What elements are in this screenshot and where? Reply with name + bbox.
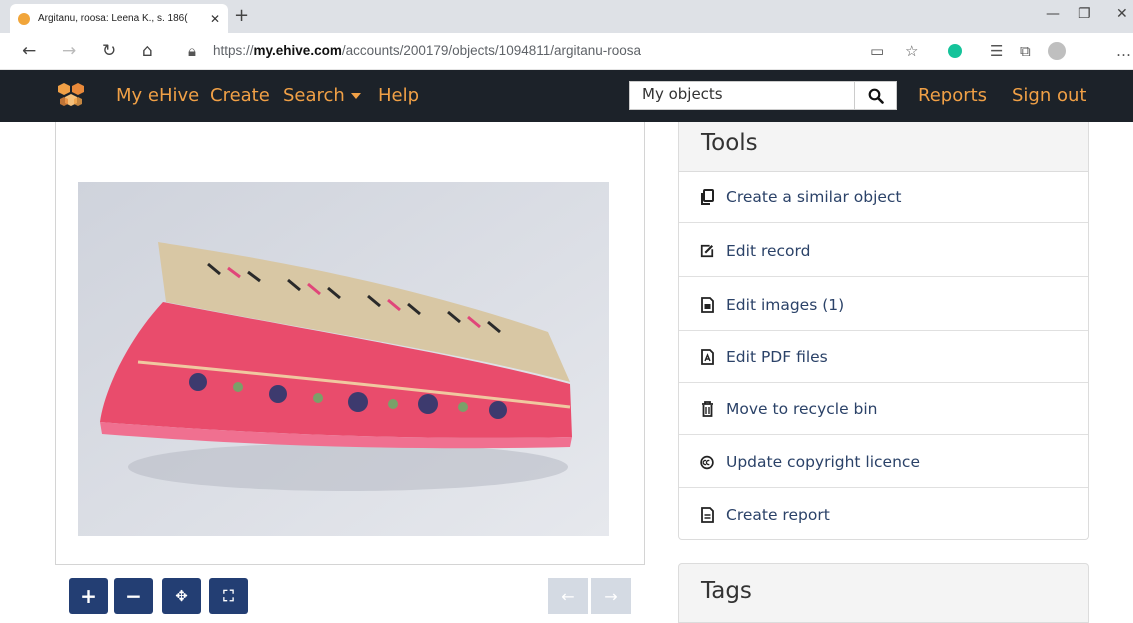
window-close-icon[interactable]: ✕ [1116, 6, 1128, 22]
forward-icon[interactable]: → [62, 41, 76, 61]
caret-down-icon [350, 93, 361, 99]
tool-label: Edit record [726, 242, 811, 260]
tool-create-report[interactable]: Create report [679, 489, 1088, 540]
copy-icon [700, 189, 714, 205]
tool-edit-images[interactable]: Edit images (1) [679, 280, 1088, 331]
zoom-in-button[interactable]: + [69, 578, 108, 614]
nav-sign-out[interactable]: Sign out [1012, 85, 1086, 106]
tool-label: Create a similar object [726, 188, 902, 206]
nav-create[interactable]: Create [210, 85, 270, 106]
favorite-star-icon[interactable]: ☆ [905, 42, 918, 60]
nav-search-label: Search [283, 85, 345, 106]
reader-view-icon[interactable]: ▭ [870, 42, 884, 60]
tags-panel: Tags [678, 563, 1089, 623]
app-navbar: My eHive Create Search Help My objects R… [0, 70, 1133, 122]
tools-title: Tools [701, 130, 758, 156]
nav-search[interactable]: Search [283, 85, 361, 106]
lock-icon: 🔒︎ [188, 42, 196, 60]
tool-label: Edit images (1) [726, 296, 845, 314]
tags-title: Tags [701, 578, 752, 604]
collections-icon[interactable]: ⧉ [1020, 42, 1031, 60]
ehive-logo-icon[interactable] [55, 81, 87, 111]
copyright-icon [700, 454, 714, 470]
home-icon[interactable]: ⌂ [142, 41, 153, 61]
favicon-icon [18, 12, 30, 25]
tool-edit-record[interactable]: Edit record [679, 226, 1088, 277]
next-image-button[interactable]: → [591, 578, 631, 614]
tools-header: Tools [679, 122, 1088, 172]
previous-image-button[interactable]: ← [548, 578, 588, 614]
trash-icon [700, 401, 714, 417]
tab-title: Argitanu, roosa: Leena K., s. 186( [38, 13, 188, 24]
tools-panel: Tools Create a similar object Edit recor… [678, 122, 1089, 540]
tool-label: Update copyright licence [726, 453, 920, 471]
url-field[interactable]: https://my.ehive.com/accounts/200179/obj… [213, 43, 641, 58]
grammarly-icon[interactable] [948, 44, 962, 58]
nav-my-ehive[interactable]: My eHive [116, 85, 199, 106]
tool-update-copyright-licence[interactable]: Update copyright licence [679, 437, 1088, 488]
tab-close-icon[interactable]: ✕ [210, 12, 220, 26]
refresh-icon[interactable]: ↻ [102, 41, 116, 61]
zoom-out-button[interactable]: − [114, 578, 153, 614]
tool-edit-pdf-files[interactable]: Edit PDF files [679, 332, 1088, 383]
image-file-icon [700, 297, 714, 313]
reset-view-button[interactable]: ✥ [162, 578, 201, 614]
browser-tab[interactable]: Argitanu, roosa: Leena K., s. 186( ✕ [10, 4, 228, 33]
nav-reports[interactable]: Reports [918, 85, 987, 106]
favorites-list-icon[interactable]: ☰ [990, 42, 1003, 60]
pdf-file-icon [700, 349, 714, 365]
tool-label: Edit PDF files [726, 348, 828, 366]
restore-icon[interactable]: ❐ [1078, 6, 1091, 22]
new-tab-button[interactable]: + [234, 6, 249, 26]
report-file-icon [700, 506, 714, 523]
tool-label: Move to recycle bin [726, 400, 878, 418]
nav-help[interactable]: Help [378, 85, 419, 106]
search-button[interactable] [855, 81, 897, 110]
tool-move-to-recycle-bin[interactable]: Move to recycle bin [679, 384, 1088, 435]
object-photo[interactable] [78, 182, 609, 536]
edit-icon [700, 243, 714, 259]
profile-avatar[interactable] [1048, 42, 1066, 60]
search-icon [868, 88, 884, 104]
browser-tab-strip: Argitanu, roosa: Leena K., s. 186( ✕ + —… [0, 0, 1133, 33]
address-bar-row: ← → ↻ ⌂ 🔒︎ https://my.ehive.com/accounts… [0, 33, 1133, 70]
tool-create-similar-object[interactable]: Create a similar object [679, 172, 1088, 223]
search-input[interactable]: My objects [629, 81, 855, 110]
tool-label: Create report [726, 505, 830, 524]
fullscreen-button[interactable]: ⛶ [209, 578, 248, 614]
minimize-icon[interactable]: — [1046, 6, 1060, 22]
back-icon[interactable]: ← [22, 41, 36, 61]
more-icon[interactable]: … [1116, 42, 1131, 60]
